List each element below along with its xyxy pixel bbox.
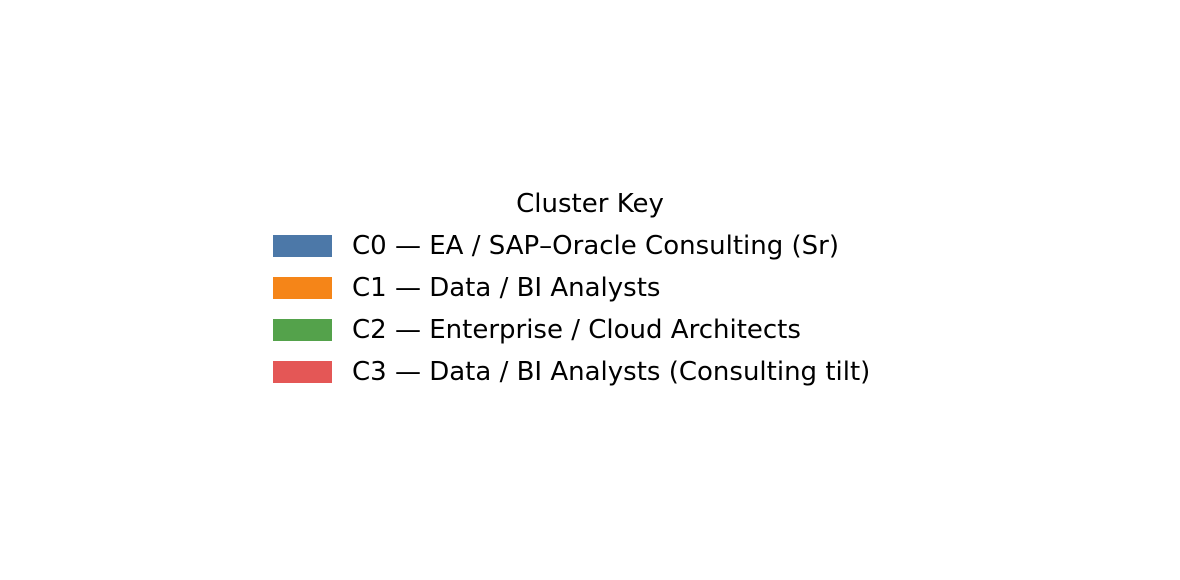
- legend-label: C3 — Data / BI Analysts (Consulting tilt…: [352, 357, 871, 387]
- legend-swatch: [273, 361, 332, 383]
- legend-label: C0 — EA / SAP–Oracle Consulting (Sr): [352, 231, 839, 261]
- legend-label: C2 — Enterprise / Cloud Architects: [352, 315, 801, 345]
- legend-swatch: [273, 277, 332, 299]
- legend-label: C1 — Data / BI Analysts: [352, 273, 661, 303]
- legend-title: Cluster Key: [516, 189, 664, 219]
- legend-swatch: [273, 235, 332, 257]
- legend-swatch: [273, 319, 332, 341]
